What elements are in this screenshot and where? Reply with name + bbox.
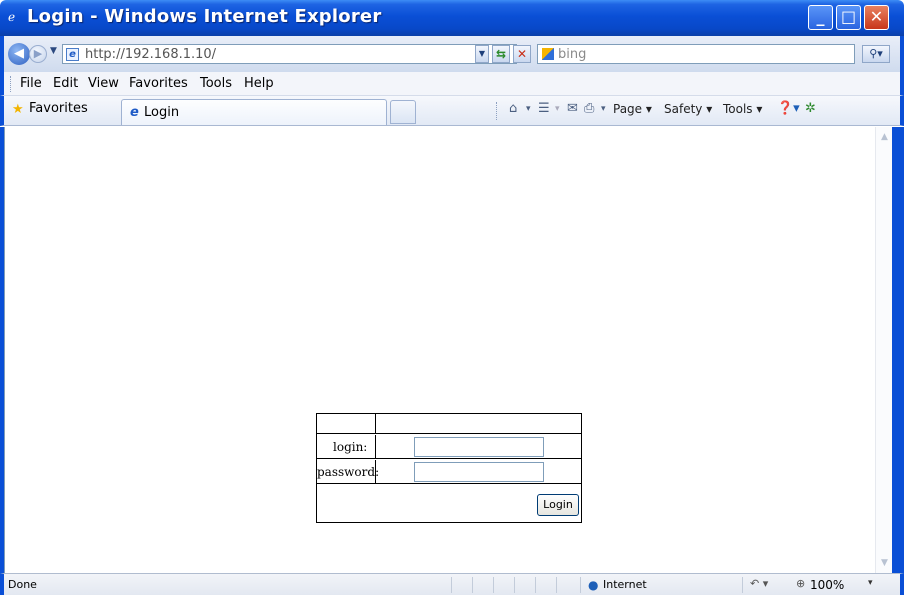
close-icon: ✕: [869, 7, 884, 26]
window-title: Login - Windows Internet Explorer: [27, 6, 382, 27]
home-icon[interactable]: ⌂: [509, 101, 517, 116]
internet-zone-icon: ●: [588, 578, 599, 592]
status-divider: [742, 577, 743, 593]
home-dropdown-icon[interactable]: ▾: [526, 104, 531, 114]
login-button[interactable]: Login: [537, 494, 579, 516]
close-button[interactable]: ✕: [864, 5, 889, 30]
bing-icon: [542, 48, 554, 60]
back-button[interactable]: ◀: [8, 43, 30, 65]
password-field[interactable]: [414, 462, 544, 482]
menu-favorites[interactable]: Favorites: [129, 76, 188, 91]
url-input[interactable]: e http://192.168.1.10/: [62, 44, 517, 64]
page-icon: e: [66, 48, 79, 61]
print-icon[interactable]: ⎙: [584, 101, 594, 116]
research-icon[interactable]: ✲: [805, 101, 816, 116]
feeds-dropdown-icon: ▾: [555, 104, 560, 114]
safety-menu-label: Safety: [664, 102, 703, 116]
status-divider: [556, 577, 557, 593]
mail-icon[interactable]: ✉: [567, 101, 578, 116]
table-divider: [375, 435, 376, 459]
favorites-button[interactable]: Favorites: [29, 101, 88, 116]
window-frame-right: [892, 127, 904, 573]
maximize-icon: □: [840, 7, 857, 26]
protected-mode-icon[interactable]: ↶ ▾: [750, 577, 768, 590]
status-divider: [514, 577, 515, 593]
status-bar: Done ● Internet ↶ ▾ ⊕ 100% ▾: [0, 573, 904, 595]
menu-tools[interactable]: Tools: [200, 76, 232, 91]
table-row-header: [317, 414, 581, 434]
tab-label: Login: [144, 105, 180, 120]
tools-menu-label: Tools: [723, 102, 753, 116]
menu-view[interactable]: View: [88, 76, 119, 91]
print-dropdown-icon[interactable]: ▾: [601, 104, 606, 114]
menu-edit[interactable]: Edit: [53, 76, 78, 91]
status-divider: [493, 577, 494, 593]
status-text: Done: [8, 578, 37, 591]
feeds-icon[interactable]: ☰: [538, 101, 550, 116]
password-label: password:: [317, 465, 380, 479]
help-icon[interactable]: ❓▾: [777, 101, 800, 116]
page-menu-label: Page: [613, 102, 643, 116]
security-zone[interactable]: Internet: [603, 578, 647, 591]
login-field[interactable]: [414, 437, 544, 457]
scroll-down-icon[interactable]: ▼: [877, 555, 892, 571]
maximize-button[interactable]: □: [836, 5, 861, 30]
command-bar-grip: [496, 102, 497, 120]
vertical-scrollbar[interactable]: ▲ ▼: [875, 127, 892, 573]
status-divider: [451, 577, 452, 593]
zoom-dropdown-icon[interactable]: ▾: [868, 578, 873, 588]
ie-icon: ℯ: [8, 10, 16, 24]
tab-login[interactable]: e Login: [121, 99, 387, 125]
favorites-star-icon: ★: [12, 102, 24, 117]
zoom-icon: ⊕: [796, 577, 806, 590]
forward-button[interactable]: ▶: [29, 45, 47, 63]
status-divider: [472, 577, 473, 593]
table-divider: [375, 460, 376, 484]
minimize-button[interactable]: _: [808, 5, 833, 30]
safety-menu[interactable]: Safety ▾: [664, 102, 712, 116]
menu-help[interactable]: Help: [244, 76, 274, 91]
favorites-bar: ★ Favorites e Login ⌂ ▾ ☰ ▾ ✉ ⎙ ▾ Page ▾…: [0, 96, 904, 126]
tools-menu[interactable]: Tools ▾: [723, 102, 762, 116]
stop-button[interactable]: ✕: [513, 45, 531, 63]
url-dropdown-button[interactable]: ▼: [475, 45, 489, 63]
refresh-button[interactable]: ⇆: [492, 45, 510, 63]
address-bar: ◀ ▶ ▼ e http://192.168.1.10/ ▼ ⇆ ✕ bing …: [0, 36, 904, 72]
recent-pages-dropdown[interactable]: ▼: [50, 46, 57, 56]
table-divider: [375, 414, 376, 434]
table-row-login: login:: [317, 435, 581, 459]
page-menu[interactable]: Page ▾: [613, 102, 652, 116]
minimize-icon: _: [816, 7, 825, 26]
menu-file[interactable]: File: [20, 76, 42, 91]
table-row-password: password:: [317, 460, 581, 484]
menu-bar: File Edit View Favorites Tools Help: [0, 72, 904, 96]
search-placeholder: bing: [558, 47, 587, 62]
status-divider: [535, 577, 536, 593]
search-button[interactable]: ⚲▾: [862, 45, 890, 63]
new-tab-button[interactable]: [390, 100, 416, 124]
login-form: login: password: Login: [316, 413, 582, 523]
title-bar[interactable]: ℯ Login - Windows Internet Explorer _ □ …: [0, 0, 904, 36]
login-label: login:: [333, 440, 368, 454]
toolbar-grip[interactable]: [10, 76, 12, 92]
scroll-up-icon[interactable]: ▲: [877, 129, 892, 145]
ie-tab-icon: e: [130, 105, 139, 120]
search-input[interactable]: bing: [537, 44, 855, 64]
url-text: http://192.168.1.10/: [85, 47, 217, 62]
zoom-level[interactable]: 100%: [810, 578, 844, 592]
status-divider: [580, 577, 581, 593]
